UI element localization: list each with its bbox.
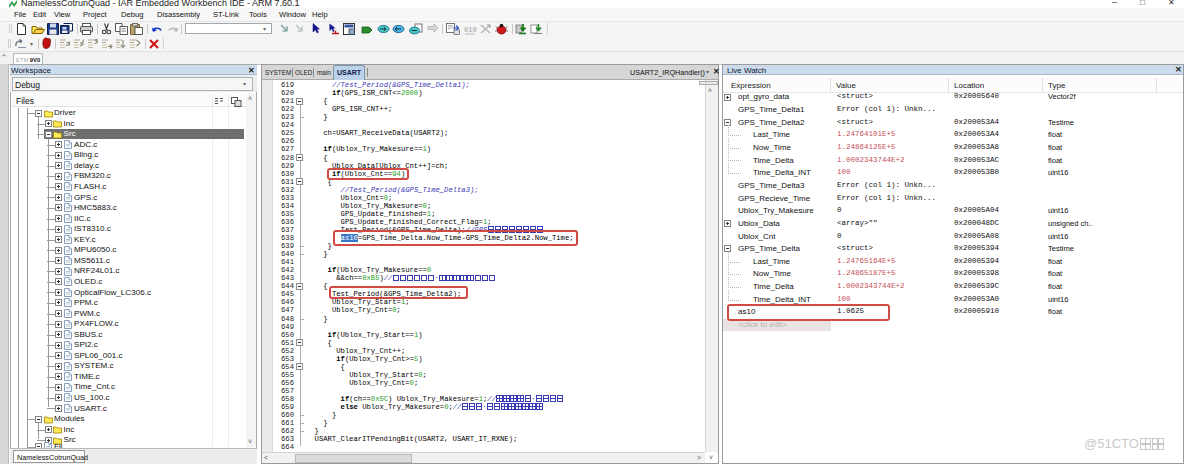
svg-text:010: 010 [464, 26, 477, 34]
